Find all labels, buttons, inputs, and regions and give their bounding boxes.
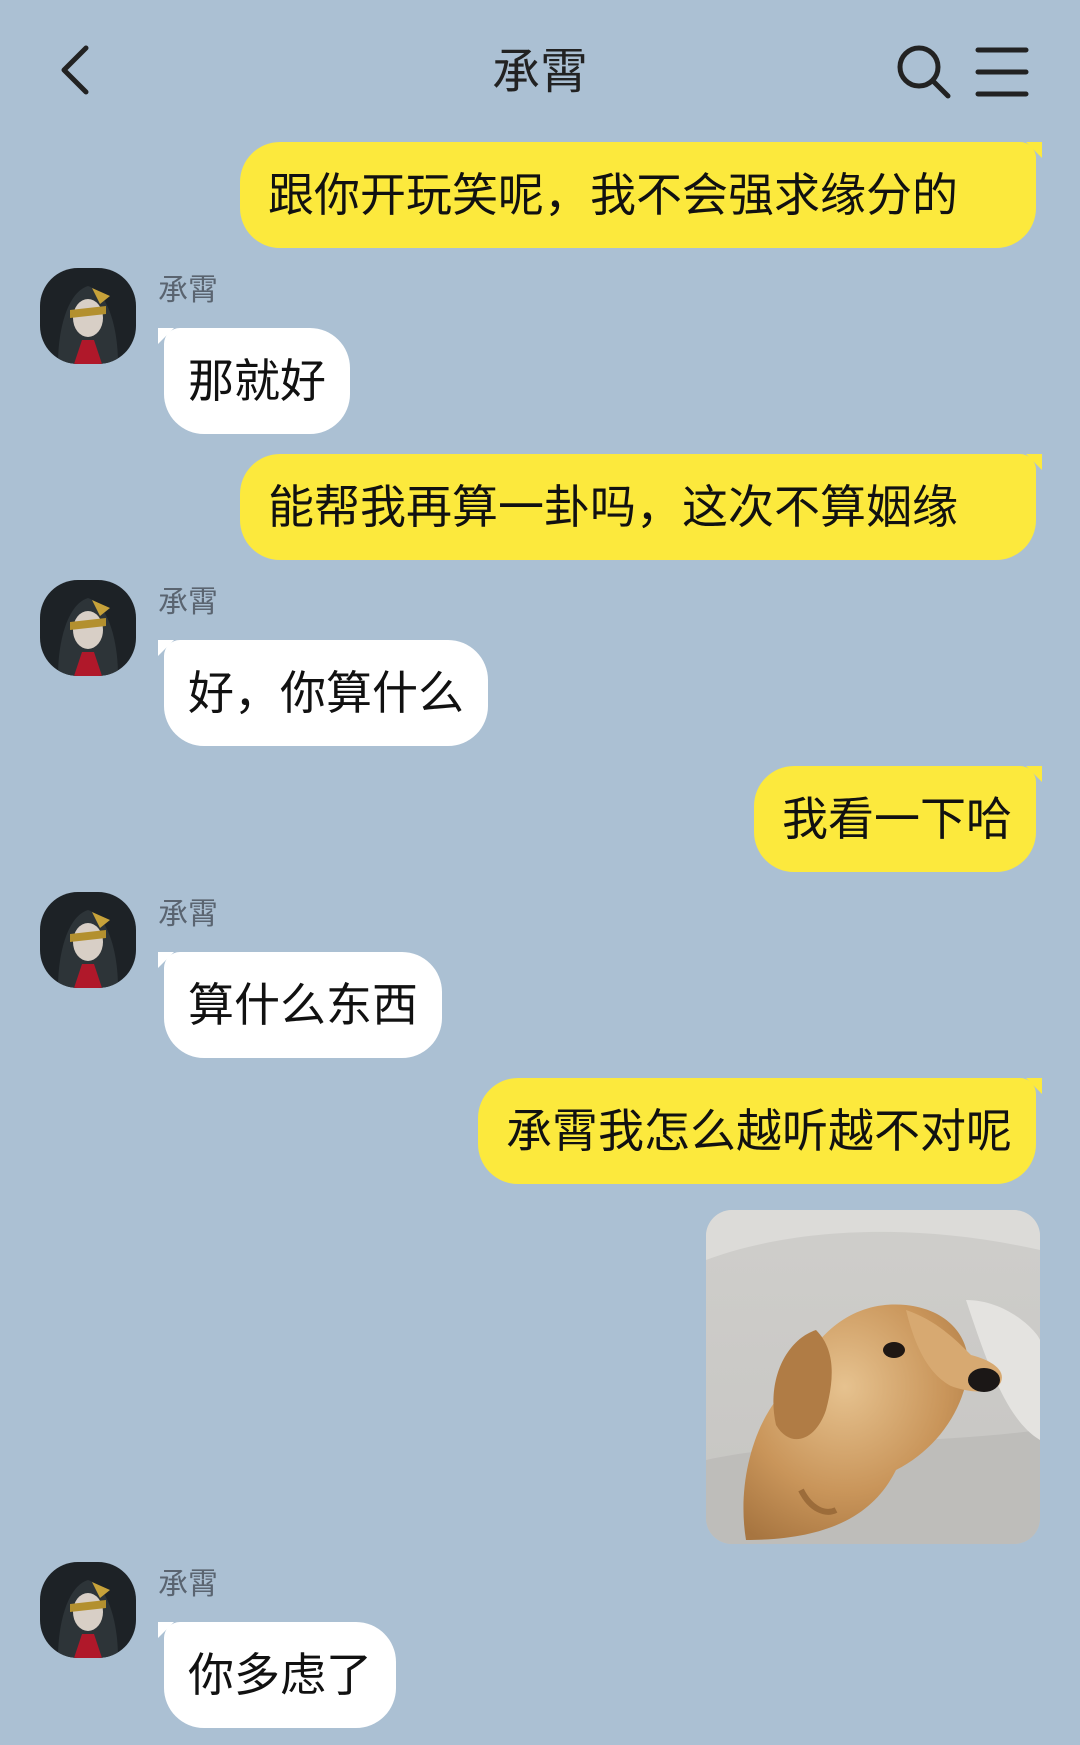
sender-name: 承霄 [158,273,218,308]
sender-name: 承霄 [158,897,218,932]
message-bubble-incoming[interactable]: 好，你算什么 [158,640,488,746]
message-bubble-incoming[interactable]: 你多虑了 [158,1622,396,1728]
contact-avatar[interactable] [40,892,136,988]
message-bubble-outgoing[interactable]: 跟你开玩笑呢，我不会强求缘分的 [240,142,1042,248]
message-bubble-outgoing[interactable]: 我看一下哈 [754,766,1042,872]
search-button[interactable] [894,42,954,102]
menu-icon [975,47,1029,97]
contact-avatar[interactable] [40,580,136,676]
sender-name: 承霄 [158,1567,218,1602]
message-bubble-outgoing[interactable]: 承霄我怎么越听越不对呢 [478,1078,1042,1184]
avatar-image-icon [40,1562,136,1658]
avatar-image-icon [40,268,136,364]
avatar-image-icon [40,892,136,988]
message-bubble-outgoing[interactable]: 能帮我再算一卦吗，这次不算姻缘 [240,454,1042,560]
contact-avatar[interactable] [40,1562,136,1658]
dog-image-icon [706,1210,1040,1544]
dog-sticker-image[interactable] [706,1210,1040,1544]
message-bubble-incoming[interactable]: 算什么东西 [158,952,442,1058]
menu-button[interactable] [975,44,1029,100]
search-icon [897,45,951,99]
message-bubble-incoming[interactable]: 那就好 [158,328,350,434]
sender-name: 承霄 [158,585,218,620]
chat-header: 承霄 [0,0,1080,140]
avatar-image-icon [40,580,136,676]
contact-avatar[interactable] [40,268,136,364]
